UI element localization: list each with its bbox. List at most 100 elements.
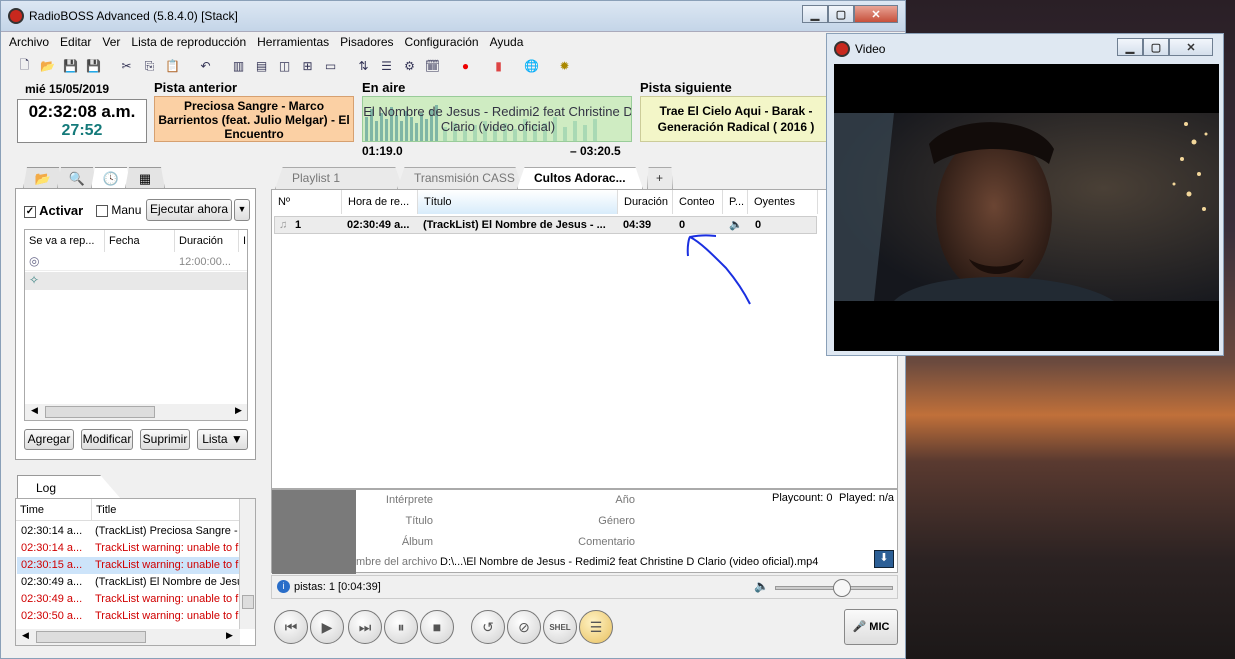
- tab-cultos-adoracion[interactable]: Cultos Adorac...: [517, 167, 643, 189]
- tab-search[interactable]: 🔍: [57, 167, 97, 189]
- col-i[interactable]: I: [239, 230, 247, 252]
- pause-button[interactable]: ⏸: [384, 610, 418, 644]
- manual-checkbox[interactable]: Manu: [96, 203, 141, 217]
- tab-transmision-cass[interactable]: Transmisión CASS: [397, 167, 523, 189]
- col-time[interactable]: Time: [16, 499, 92, 521]
- delete-button[interactable]: Suprimir: [140, 429, 190, 450]
- list-button[interactable]: Lista ▼: [197, 429, 248, 450]
- volume-thumb[interactable]: [833, 579, 851, 597]
- layout-4-icon[interactable]: ⊞: [298, 57, 317, 76]
- disable-button[interactable]: ⊘: [507, 610, 541, 644]
- horizontal-scrollbar[interactable]: ◀ ▶: [25, 404, 247, 420]
- video-minimize-button[interactable]: ▁: [1117, 38, 1143, 56]
- col-titulo[interactable]: Título: [418, 190, 618, 214]
- tab-cartwall[interactable]: ▦: [125, 167, 165, 189]
- activar-checkbox[interactable]: ✓ Activar: [24, 203, 83, 218]
- minimize-button[interactable]: ▁: [802, 5, 828, 23]
- current-date: mié 15/05/2019: [25, 82, 110, 96]
- col-duracion[interactable]: Duración: [618, 190, 673, 214]
- add-tab-button[interactable]: +: [647, 167, 673, 189]
- run-now-dropdown[interactable]: ▼: [234, 199, 250, 221]
- title-bar[interactable]: RadioBOSS Advanced (5.8.4.0) [Stack] ▁ ▢…: [1, 1, 905, 32]
- playlist-gen-icon[interactable]: ☰: [377, 57, 396, 76]
- new-file-icon[interactable]: 🗋: [15, 57, 34, 76]
- edit-button[interactable]: Modificar: [81, 429, 133, 450]
- menu-ver[interactable]: Ver: [102, 35, 120, 49]
- paste-icon[interactable]: 📋: [163, 57, 182, 76]
- col-num[interactable]: Nº: [272, 190, 342, 214]
- pause-icon: ⏸: [397, 618, 405, 635]
- undo-icon[interactable]: ↶: [196, 57, 215, 76]
- stats-icon[interactable]: ▮: [489, 57, 508, 76]
- col-title[interactable]: Title: [92, 499, 240, 521]
- previous-icon: ⏮: [284, 618, 298, 635]
- track-count: pistas: 1 [0:04:39]: [294, 581, 381, 593]
- playlist-mode-button[interactable]: ☰: [579, 610, 613, 644]
- log-row[interactable]: 02:30:49 a... TrackList warning: unable t…: [17, 591, 239, 608]
- log-row[interactable]: 02:30:49 a... (TrackList) El Nombre de Je…: [17, 574, 239, 591]
- menu-herramientas[interactable]: Herramientas: [257, 35, 329, 49]
- stop-button[interactable]: ■: [420, 610, 454, 644]
- onair-track-panel[interactable]: El Nombre de Jesus - Redimi2 feat Christ…: [362, 96, 632, 142]
- layout-3-icon[interactable]: ◫: [275, 57, 294, 76]
- next-button[interactable]: ⏭: [348, 610, 382, 644]
- add-button[interactable]: Agregar: [24, 429, 74, 450]
- scroll-thumb[interactable]: [45, 406, 155, 418]
- layout-1-icon[interactable]: ▥: [229, 57, 248, 76]
- menu-ayuda[interactable]: Ayuda: [490, 35, 524, 49]
- scroll-thumb[interactable]: [242, 595, 254, 609]
- tab-folder[interactable]: 📂: [23, 167, 63, 189]
- col-se-va-a-rep[interactable]: Se va a rep...: [25, 230, 105, 252]
- options-icon[interactable]: ⚙: [400, 57, 419, 76]
- menu-pisadores[interactable]: Pisadores: [340, 35, 393, 49]
- maximize-button[interactable]: ▢: [828, 5, 854, 23]
- radioboss-app-icon: [834, 41, 850, 57]
- scroll-thumb[interactable]: [36, 631, 146, 643]
- col-duracion[interactable]: Duración: [175, 230, 239, 252]
- download-icon[interactable]: ⬇: [874, 550, 894, 568]
- tab-playlist-1[interactable]: Playlist 1: [275, 167, 403, 189]
- table-row[interactable]: ✧: [25, 272, 247, 290]
- col-oyentes[interactable]: Oyentes: [748, 190, 818, 214]
- move-icon[interactable]: ⇅: [354, 57, 373, 76]
- run-now-button[interactable]: Ejecutar ahora: [146, 199, 232, 221]
- loop-button[interactable]: ↺: [471, 610, 505, 644]
- globe-icon[interactable]: 🌐: [522, 57, 541, 76]
- schedule-icon[interactable]: 🗓: [423, 57, 442, 76]
- col-fecha[interactable]: Fecha: [105, 230, 175, 252]
- video-window[interactable]: Video ▁ ▢ ✕: [826, 33, 1224, 356]
- video-close-button[interactable]: ✕: [1169, 38, 1213, 56]
- log-row[interactable]: 02:30:50 a... TrackList warning: unable t…: [17, 608, 239, 625]
- copy-icon[interactable]: ⎘: [140, 57, 159, 76]
- menu-configuracion[interactable]: Configuración: [405, 35, 479, 49]
- tab-scheduler[interactable]: 🕓: [91, 167, 131, 189]
- log-vertical-scrollbar[interactable]: [239, 499, 255, 629]
- layout-5-icon[interactable]: ▭: [321, 57, 340, 76]
- menu-lista[interactable]: Lista de reproducción: [131, 35, 246, 49]
- toolbar: 🗋 📂 💾 💾 ✂ ⎘ 📋 ↶ ▥ ▤ ◫ ⊞ ▭ ⇅ ☰ ⚙ 🗓 ● ▮ 🌐 …: [1, 53, 905, 79]
- open-folder-icon[interactable]: 📂: [38, 57, 57, 76]
- table-row[interactable]: ◎ 12:00:00...: [25, 253, 247, 271]
- col-conteo[interactable]: Conteo: [673, 190, 723, 214]
- shuffle-button[interactable]: SHEL: [543, 610, 577, 644]
- menu-archivo[interactable]: Archivo: [9, 35, 49, 49]
- record-icon[interactable]: ●: [456, 57, 475, 76]
- tab-log[interactable]: Log: [17, 475, 121, 499]
- previous-button[interactable]: ⏮: [274, 610, 308, 644]
- log-row[interactable]: 02:30:14 a... TrackList warning: unable t…: [17, 540, 239, 557]
- log-row[interactable]: 02:30:15 a... TrackList warning: unable t…: [17, 557, 239, 574]
- close-button[interactable]: ✕: [854, 5, 898, 23]
- play-button[interactable]: ▶: [310, 610, 344, 644]
- save-icon[interactable]: 💾: [61, 57, 80, 76]
- plugin-icon[interactable]: ✹: [555, 57, 574, 76]
- save-as-icon[interactable]: 💾: [84, 57, 103, 76]
- layout-2-icon[interactable]: ▤: [252, 57, 271, 76]
- video-maximize-button[interactable]: ▢: [1143, 38, 1169, 56]
- log-horizontal-scrollbar[interactable]: ◀ ▶: [16, 629, 240, 645]
- mic-button[interactable]: 🎤 MIC: [844, 609, 898, 645]
- log-row[interactable]: 02:30:14 a... (TrackList) Preciosa Sangre…: [17, 523, 239, 540]
- menu-editar[interactable]: Editar: [60, 35, 91, 49]
- cut-icon[interactable]: ✂: [117, 57, 136, 76]
- col-p[interactable]: P...: [723, 190, 748, 214]
- col-hora[interactable]: Hora de re...: [342, 190, 418, 214]
